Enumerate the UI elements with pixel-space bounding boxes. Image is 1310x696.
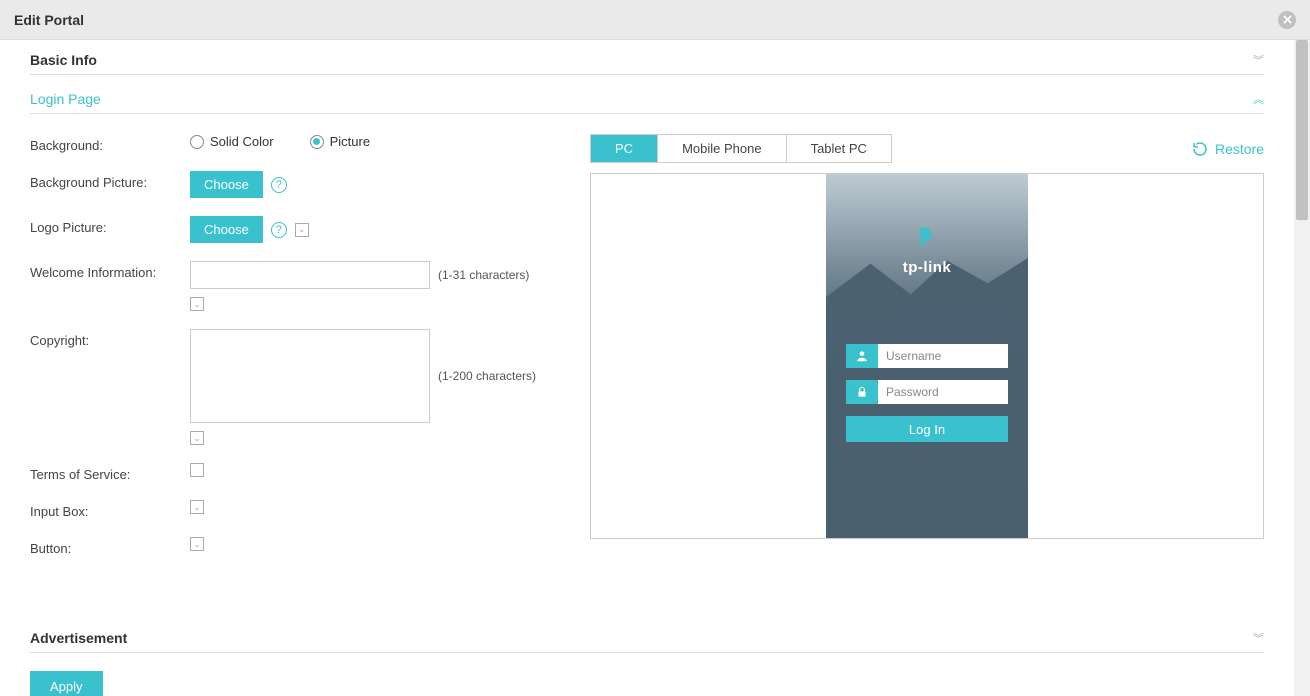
- preview-logo: tp-link: [903, 224, 952, 276]
- expand-icon[interactable]: ⌄: [190, 297, 204, 311]
- preview-password-input[interactable]: Password: [846, 380, 1008, 404]
- welcome-input[interactable]: [190, 261, 430, 289]
- label-logo-picture: Logo Picture:: [30, 216, 190, 235]
- radio-label: Solid Color: [210, 134, 274, 149]
- chevron-down-icon: ︾: [1253, 630, 1264, 646]
- row-welcome: Welcome Information: (1-31 characters) ⌄: [30, 261, 550, 311]
- welcome-hint: (1-31 characters): [438, 268, 529, 282]
- modal-footer: Apply: [30, 671, 1264, 696]
- radio-solid-color[interactable]: Solid Color: [190, 134, 274, 149]
- modal-title: Edit Portal: [14, 12, 84, 28]
- copyright-input[interactable]: [190, 329, 430, 423]
- device-tabs: PC Mobile Phone Tablet PC: [590, 134, 892, 163]
- row-copyright: Copyright: (1-200 characters) ⌄: [30, 329, 550, 445]
- content-scroll: Basic Info ︾ Login Page ︽ Background: So…: [0, 40, 1294, 696]
- user-icon: [846, 344, 878, 368]
- modal-body: Basic Info ︾ Login Page ︽ Background: So…: [0, 40, 1310, 696]
- label-bg-picture: Background Picture:: [30, 171, 190, 190]
- preview-login-button[interactable]: Log In: [846, 416, 1008, 442]
- preview-username-input[interactable]: Username: [846, 344, 1008, 368]
- section-title-basic: Basic Info: [30, 52, 97, 68]
- chevron-down-icon: ︾: [1253, 52, 1264, 68]
- label-tos: Terms of Service:: [30, 463, 190, 482]
- label-copyright: Copyright:: [30, 329, 190, 348]
- tab-pc[interactable]: PC: [591, 135, 658, 162]
- chevron-up-icon: ︽: [1253, 91, 1264, 107]
- scrollbar-thumb[interactable]: [1296, 40, 1308, 220]
- section-login-page[interactable]: Login Page ︽: [30, 85, 1264, 114]
- restore-button[interactable]: Restore: [1191, 140, 1264, 158]
- edit-portal-modal: Edit Portal Basic Info ︾ Login Page ︽ Ba…: [0, 0, 1310, 696]
- choose-logo-button[interactable]: Choose: [190, 216, 263, 243]
- row-input-box: Input Box: ⌄: [30, 500, 550, 519]
- copyright-hint: (1-200 characters): [438, 369, 536, 383]
- section-basic-info[interactable]: Basic Info ︾: [30, 46, 1264, 75]
- expand-icon[interactable]: ⌄: [190, 500, 204, 514]
- expand-icon[interactable]: ⌄: [190, 431, 204, 445]
- preview-frame: tp-link Username: [590, 173, 1264, 539]
- password-placeholder: Password: [878, 385, 939, 399]
- section-advertisement-wrap: Advertisement ︾: [30, 624, 1264, 653]
- expand-icon[interactable]: ⌄: [190, 537, 204, 551]
- radio-dot-selected-icon: [310, 135, 324, 149]
- radio-dot-icon: [190, 135, 204, 149]
- label-input-box: Input Box:: [30, 500, 190, 519]
- row-tos: Terms of Service:: [30, 463, 550, 482]
- radio-picture[interactable]: Picture: [310, 134, 370, 149]
- row-background-picture: Background Picture: Choose ?: [30, 171, 550, 198]
- scrollbar[interactable]: [1294, 40, 1310, 696]
- tab-mobile[interactable]: Mobile Phone: [658, 135, 787, 162]
- login-page-body: Background: Solid Color Picture: [30, 134, 1264, 574]
- choose-bg-button[interactable]: Choose: [190, 171, 263, 198]
- refresh-icon: [1191, 140, 1209, 158]
- radio-label: Picture: [330, 134, 370, 149]
- tplink-logo-icon: [914, 224, 940, 250]
- preview-login-form: Username Password Log In: [846, 344, 1008, 442]
- logo-text: tp-link: [903, 259, 952, 276]
- section-title-login: Login Page: [30, 91, 101, 107]
- close-icon[interactable]: [1278, 11, 1296, 29]
- row-logo-picture: Logo Picture: Choose ? ⌄: [30, 216, 550, 243]
- section-title-adv: Advertisement: [30, 630, 127, 646]
- label-welcome: Welcome Information:: [30, 261, 190, 280]
- lock-icon: [846, 380, 878, 404]
- row-background: Background: Solid Color Picture: [30, 134, 550, 153]
- preview-column: PC Mobile Phone Tablet PC Restore: [590, 134, 1264, 574]
- help-icon[interactable]: ?: [271, 222, 287, 238]
- tab-tablet[interactable]: Tablet PC: [787, 135, 891, 162]
- expand-icon[interactable]: ⌄: [295, 223, 309, 237]
- section-advertisement[interactable]: Advertisement ︾: [30, 624, 1264, 653]
- modal-header: Edit Portal: [0, 0, 1310, 40]
- restore-label: Restore: [1215, 141, 1264, 157]
- preview-phone: tp-link Username: [826, 174, 1028, 538]
- form-column: Background: Solid Color Picture: [30, 134, 550, 574]
- help-icon[interactable]: ?: [271, 177, 287, 193]
- preview-toolbar: PC Mobile Phone Tablet PC Restore: [590, 134, 1264, 163]
- label-background: Background:: [30, 134, 190, 153]
- tos-checkbox[interactable]: [190, 463, 204, 477]
- row-button: Button: ⌄: [30, 537, 550, 556]
- label-button: Button:: [30, 537, 190, 556]
- username-placeholder: Username: [878, 349, 941, 363]
- apply-button[interactable]: Apply: [30, 671, 103, 696]
